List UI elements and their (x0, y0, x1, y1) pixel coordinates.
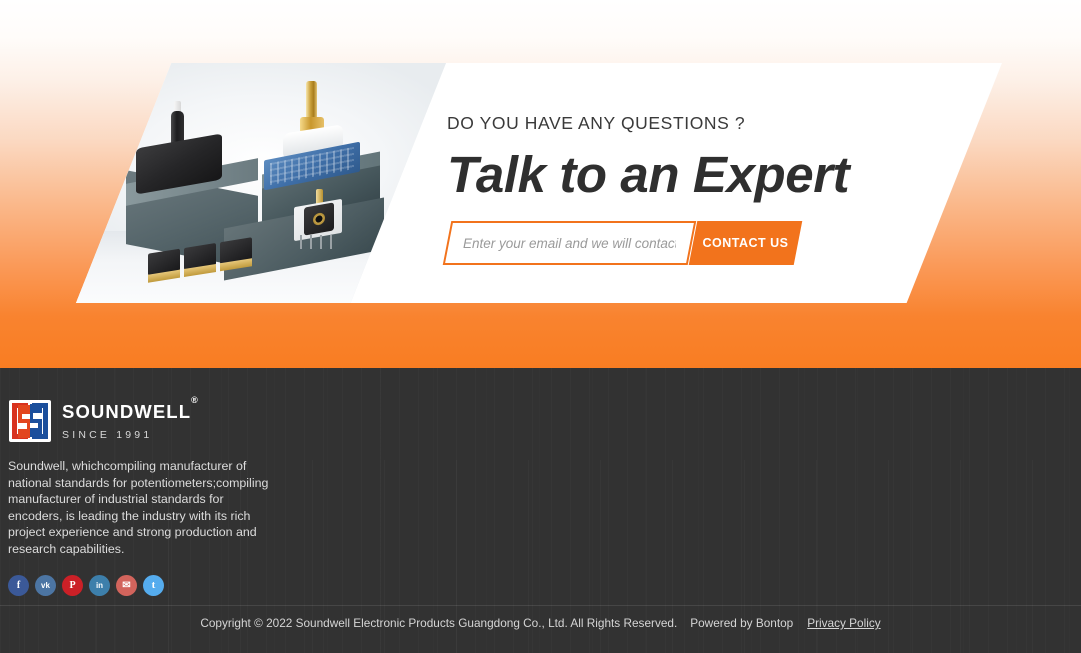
soundwell-logo-icon[interactable] (8, 398, 52, 444)
email-input[interactable] (449, 223, 690, 263)
copyright-text: Copyright © 2022 Soundwell Electronic Pr… (200, 616, 678, 630)
mini-encoder-core (304, 202, 334, 236)
footer-divider (0, 605, 1081, 606)
twitter-icon[interactable]: t (143, 574, 164, 596)
rotary-switch-gold-shaft (306, 81, 317, 121)
hero-headline: Talk to an Expert (447, 146, 850, 203)
powered-by-text: Powered by Bontop (690, 616, 794, 630)
brand-wordmark: SOUNDWELL® SINCE 1991 (62, 395, 199, 441)
vk-icon[interactable]: vk (35, 574, 56, 596)
hero-eyebrow: DO YOU HAVE ANY QUESTIONS ? (447, 113, 746, 133)
footer-brand: SOUNDWELL® SINCE 1991 Soundwell, whichco… (8, 395, 276, 596)
hero-section: DO YOU HAVE ANY QUESTIONS ? Talk to an E… (0, 0, 1081, 368)
pinterest-icon[interactable]: P (62, 574, 83, 596)
copyright-bar: Copyright © 2022 Soundwell Electronic Pr… (0, 616, 1081, 630)
brand-header: SOUNDWELL® SINCE 1991 (8, 395, 276, 444)
social-links: f vk P in ✉ t (8, 574, 276, 596)
linkedin-icon[interactable]: in (89, 574, 110, 596)
site-footer: SOUNDWELL® SINCE 1991 Soundwell, whichco… (0, 368, 1081, 653)
privacy-policy-link[interactable]: Privacy Policy (807, 616, 880, 630)
switch-lever (136, 63, 149, 70)
micro-switch (220, 237, 252, 265)
contact-form: CONTACT US (442, 221, 803, 265)
registered-mark: ® (191, 394, 199, 405)
brand-description: Soundwell, whichcompiling manufacturer o… (8, 459, 269, 556)
contact-us-button-label: CONTACT US (702, 236, 789, 250)
micro-switch (148, 248, 180, 276)
hero-text-block: DO YOU HAVE ANY QUESTIONS ? Talk to an E… (447, 113, 850, 203)
email-icon[interactable]: ✉ (116, 574, 137, 596)
mini-encoder-pins (298, 235, 344, 251)
email-input-wrapper (442, 221, 697, 265)
brand-since: SINCE 1991 (62, 429, 153, 441)
contact-us-button[interactable]: CONTACT US (688, 221, 803, 265)
brand-name: SOUNDWELL® (62, 395, 199, 422)
brand-name-text: SOUNDWELL (62, 401, 192, 422)
facebook-icon[interactable]: f (8, 574, 29, 596)
micro-switch (184, 242, 216, 271)
